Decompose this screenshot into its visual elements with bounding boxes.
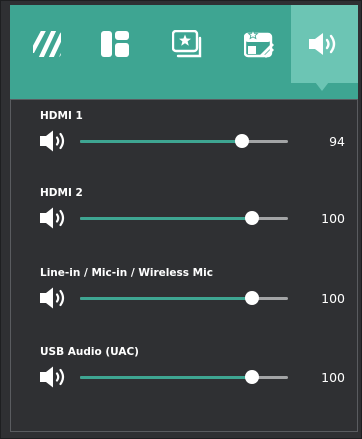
volume-slider[interactable] — [80, 211, 288, 225]
tab-picture-mode[interactable] — [20, 5, 74, 83]
volume-icon — [308, 32, 341, 56]
favorite-settings-icon — [244, 30, 274, 58]
speaker-icon — [39, 366, 71, 388]
picture-mode-icon — [33, 31, 61, 57]
row-label: HDMI 2 — [40, 187, 83, 199]
row-label: USB Audio (UAC) — [40, 346, 139, 358]
volume-value: 100 — [321, 370, 345, 385]
volume-row-hdmi2: HDMI 2 100 — [11, 187, 359, 257]
volume-slider[interactable] — [80, 370, 288, 384]
volume-row-usb-audio: USB Audio (UAC) 100 — [11, 346, 359, 416]
volume-slider-thumb[interactable] — [245, 291, 259, 305]
volume-slider-fill — [80, 217, 252, 220]
tab-volume[interactable] — [291, 5, 358, 83]
volume-slider-fill — [80, 376, 252, 379]
speaker-icon — [39, 287, 71, 309]
speaker-icon — [39, 130, 71, 152]
tab-favorite-source[interactable] — [156, 5, 218, 83]
volume-slider-thumb[interactable] — [245, 211, 259, 225]
volume-slider[interactable] — [80, 134, 288, 148]
volume-slider-fill — [80, 140, 242, 143]
volume-row-hdmi1: HDMI 1 94 — [11, 110, 359, 180]
volume-row-line-in: Line-in / Mic-in / Wireless Mic 100 — [11, 267, 359, 337]
volume-value: 100 — [321, 211, 345, 226]
volume-slider-fill — [80, 297, 252, 300]
layout-icon — [101, 31, 129, 57]
volume-value: 94 — [329, 134, 345, 149]
volume-slider-thumb[interactable] — [245, 370, 259, 384]
tab-favorite-settings[interactable] — [228, 5, 290, 83]
volume-slider[interactable] — [80, 291, 288, 305]
speaker-icon — [39, 207, 71, 229]
settings-tab-bar — [10, 5, 358, 99]
favorite-source-icon — [172, 30, 202, 58]
volume-slider-thumb[interactable] — [234, 134, 249, 148]
tab-layout[interactable] — [84, 5, 146, 83]
row-label: HDMI 1 — [40, 110, 83, 122]
row-label: Line-in / Mic-in / Wireless Mic — [40, 267, 213, 279]
audio-volume-panel: HDMI 1 94 HDMI 2 100 Line-in / Mic-in / … — [10, 99, 358, 432]
audio-settings-window: HDMI 1 94 HDMI 2 100 Line-in / Mic-in / … — [0, 0, 362, 439]
active-tab-pointer — [312, 78, 332, 91]
volume-value: 100 — [321, 291, 345, 306]
